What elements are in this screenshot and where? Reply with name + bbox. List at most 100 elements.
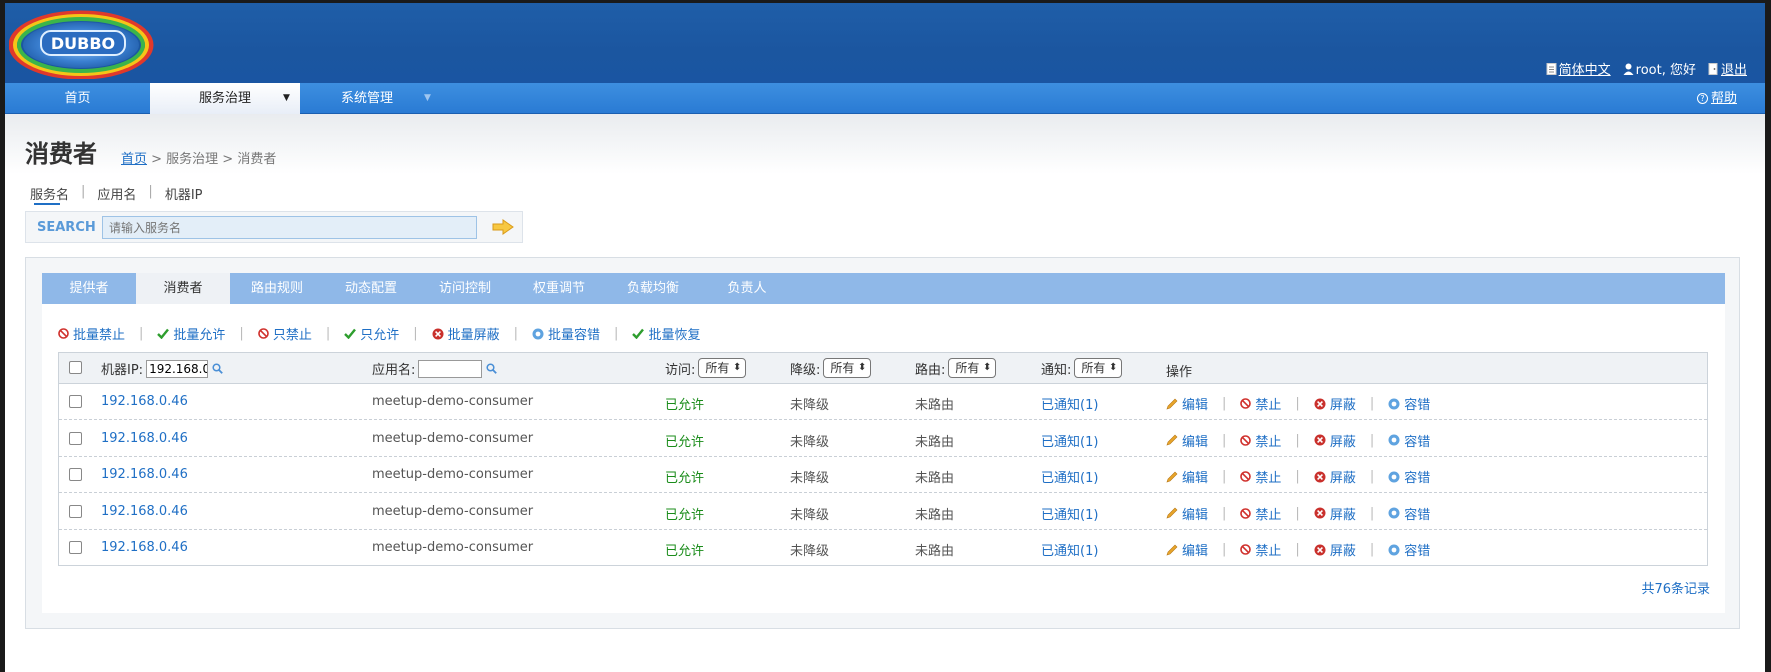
row-ip-link[interactable]: 192.168.0.46 — [101, 394, 188, 409]
divider: | — [1295, 505, 1300, 521]
ip-filter-input[interactable] — [146, 359, 209, 378]
shield-button[interactable]: 屏蔽 — [1314, 431, 1356, 450]
edit-button[interactable]: 编辑 — [1166, 431, 1208, 450]
dubbo-logo[interactable]: DUBBO — [8, 9, 161, 80]
tab-providers[interactable]: 提供者 — [42, 273, 136, 304]
divider: | — [1369, 432, 1375, 448]
degrade-filter: 降级: 所有 — [790, 358, 872, 378]
nav-item-system-management[interactable]: 系统管理 ▼ — [300, 83, 434, 114]
edit-button[interactable]: 编辑 — [1166, 467, 1208, 486]
filter-tab-service-name[interactable]: 服务名 — [30, 184, 77, 205]
row-access-status: 已允许 — [665, 471, 705, 486]
arrow-right-icon[interactable] — [492, 219, 514, 235]
filter-tab-app-name[interactable]: 应用名 — [89, 184, 144, 203]
batch-tolerate-button[interactable]: 批量容错 — [532, 324, 600, 343]
x-circle-icon — [1314, 471, 1326, 482]
shield-button[interactable]: 屏蔽 — [1314, 540, 1356, 559]
tolerate-button[interactable]: 容错 — [1388, 540, 1430, 559]
filter-tab-machine-ip[interactable]: 机器IP — [157, 184, 211, 203]
row-checkbox[interactable] — [69, 395, 82, 408]
help-link[interactable]: ? 帮助 — [1696, 83, 1737, 114]
nav-item-service-governance[interactable]: 服务治理 ▼ — [150, 83, 300, 114]
main-nav: 首页 服务治理 ▼ 系统管理 ▼ ? 帮助 — [5, 83, 1765, 114]
divider: | — [1222, 505, 1227, 521]
divider: | — [1222, 542, 1227, 557]
tolerate-button[interactable]: 容错 — [1388, 504, 1430, 523]
magnifier-icon[interactable] — [212, 363, 223, 374]
shield-button[interactable]: 屏蔽 — [1314, 394, 1356, 413]
tolerate-button[interactable]: 容错 — [1388, 394, 1430, 413]
chevron-down-icon: ▼ — [283, 93, 290, 103]
forbid-button[interactable]: 禁止 — [1240, 431, 1281, 450]
divider: | — [1295, 542, 1300, 557]
row-notify-link[interactable]: 已通知(1) — [1041, 504, 1098, 523]
forbid-button[interactable]: 禁止 — [1240, 504, 1281, 523]
tab-dynamic-config[interactable]: 动态配置 — [324, 273, 418, 304]
row-notify-link[interactable]: 已通知(1) — [1041, 394, 1098, 413]
check-icon — [157, 328, 170, 339]
tab-routing-rules[interactable]: 路由规则 — [230, 273, 324, 304]
tab-weight-adjust[interactable]: 权重调节 — [512, 273, 606, 304]
row-ip-link[interactable]: 192.168.0.46 — [101, 431, 188, 446]
only-allow-button[interactable]: 只允许 — [344, 324, 399, 343]
forbid-button[interactable]: 禁止 — [1240, 394, 1281, 413]
row-app-name: meetup-demo-consumer — [372, 430, 534, 446]
row-notify-link[interactable]: 已通知(1) — [1041, 467, 1098, 486]
access-filter: 访问: 所有 — [665, 358, 747, 378]
nav-item-home[interactable]: 首页 — [5, 83, 150, 114]
row-notify-link[interactable]: 已通知(1) — [1041, 540, 1098, 559]
tab-consumers[interactable]: 消费者 — [136, 273, 230, 304]
language-link-label: 简体中文 — [1558, 63, 1611, 78]
row-checkbox[interactable] — [69, 468, 82, 481]
divider: | — [239, 326, 244, 341]
row-ops: 编辑 | 禁止 | 屏蔽 | 容错 — [1166, 540, 1430, 559]
row-checkbox[interactable] — [69, 504, 82, 518]
logout-link-label: 退出 — [1720, 63, 1747, 78]
magnifier-icon[interactable] — [486, 363, 498, 374]
dubbo-logo-icon: DUBBO — [8, 10, 154, 80]
panel-content: 提供者 消费者 路由规则 动态配置 访问控制 权重调节 负载均衡 负责人 批量禁… — [42, 273, 1725, 613]
shield-button[interactable]: 屏蔽 — [1314, 467, 1356, 486]
tab-owners[interactable]: 负责人 — [700, 273, 794, 304]
app-filter-input[interactable] — [418, 359, 483, 378]
breadcrumb-home-link[interactable]: 首页 — [121, 152, 147, 167]
logout-link[interactable]: 退出 — [1708, 59, 1747, 78]
batch-allow-button[interactable]: 批量允许 — [157, 324, 225, 343]
shield-button[interactable]: 屏蔽 — [1314, 504, 1356, 523]
notify-select[interactable]: 所有 — [1074, 358, 1123, 378]
row-degrade-status: 未降级 — [790, 544, 830, 559]
row-notify-link[interactable]: 已通知(1) — [1041, 431, 1098, 450]
tolerate-button[interactable]: 容错 — [1388, 431, 1430, 450]
edit-button[interactable]: 编辑 — [1166, 504, 1208, 523]
search-filter-tabs: 服务名 | 应用名 | 机器IP — [30, 184, 211, 205]
only-forbid-button[interactable]: 只禁止 — [258, 324, 312, 343]
degrade-select[interactable]: 所有 — [823, 358, 872, 378]
divider: | — [614, 326, 619, 341]
tolerate-button[interactable]: 容错 — [1388, 467, 1430, 486]
edit-button[interactable]: 编辑 — [1166, 394, 1208, 413]
batch-restore-button[interactable]: 批量恢复 — [632, 324, 700, 343]
table-row: 192.168.0.46 meetup-demo-consumer 已允许 未降级 未路… — [59, 457, 1707, 493]
help-link-label: 帮助 — [1710, 91, 1737, 106]
tab-load-balance[interactable]: 负载均衡 — [606, 273, 700, 304]
route-select[interactable]: 所有 — [948, 358, 997, 378]
row-ip-link[interactable]: 192.168.0.46 — [101, 467, 188, 482]
forbid-button[interactable]: 禁止 — [1240, 467, 1281, 486]
batch-forbid-button[interactable]: 批量禁止 — [58, 324, 125, 343]
edit-button[interactable]: 编辑 — [1166, 540, 1208, 559]
batch-shield-button[interactable]: 批量屏蔽 — [432, 324, 500, 343]
access-select[interactable]: 所有 — [698, 358, 747, 378]
divider: | — [1222, 396, 1227, 411]
language-link[interactable]: 简体中文 — [1546, 59, 1611, 78]
row-checkbox[interactable] — [69, 541, 82, 554]
ops-header: 操作 — [1166, 365, 1193, 380]
batch-actions: 批量禁止 | 批量允许 | 只禁止 | 只允许 | 批量屏蔽 | 批量容错 | … — [58, 324, 700, 343]
row-ip-link[interactable]: 192.168.0.46 — [101, 540, 188, 555]
row-ip-link[interactable]: 192.168.0.46 — [101, 504, 188, 519]
select-all-checkbox[interactable] — [69, 361, 82, 374]
row-checkbox[interactable] — [69, 431, 82, 445]
forbid-button[interactable]: 禁止 — [1240, 540, 1281, 559]
search-input[interactable] — [102, 216, 477, 239]
tab-access-control[interactable]: 访问控制 — [418, 273, 512, 304]
table-row: 192.168.0.46 meetup-demo-consumer 已允许 未降级 未路… — [59, 421, 1707, 457]
